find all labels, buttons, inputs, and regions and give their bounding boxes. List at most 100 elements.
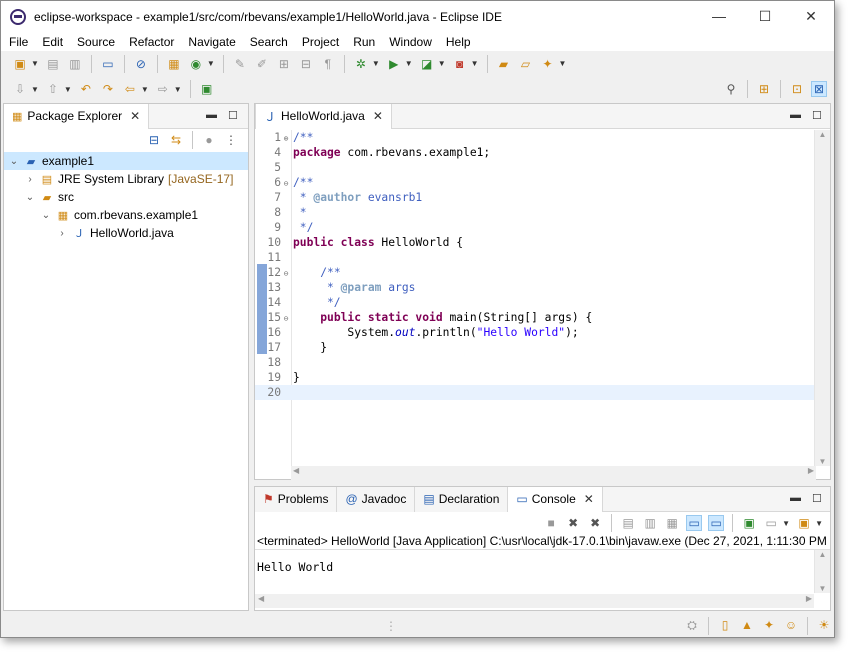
code-line[interactable]: 14 */	[255, 295, 830, 310]
menu-file[interactable]: File	[1, 35, 34, 49]
tree-item-src[interactable]: ⌄ ▰ src	[4, 188, 248, 206]
forward-icon[interactable]: ⇨	[155, 81, 171, 97]
pin-editor-icon[interactable]: ↷	[100, 81, 116, 97]
code-line[interactable]: 6 ⊖/**	[255, 175, 830, 190]
editor-horizontal-scrollbar[interactable]: ◀ ▶	[291, 466, 816, 480]
code-line[interactable]: 9 */	[255, 220, 830, 235]
code-line[interactable]: 18	[255, 355, 830, 370]
forward-dropdown-icon[interactable]: ▼	[174, 85, 182, 94]
last-edit-location-icon[interactable]: ↶	[78, 81, 94, 97]
close-button[interactable]: ✕	[788, 1, 834, 31]
java-perspective-icon[interactable]: ⊠	[811, 81, 827, 97]
display-console-dropdown-icon[interactable]: ▼	[782, 519, 790, 528]
progress-icon[interactable]: ⛭	[684, 617, 700, 633]
code-line[interactable]: 15 ⊖ public static void main(String[] arg…	[255, 310, 830, 325]
new-class-dropdown-icon[interactable]: ▼	[207, 59, 215, 68]
search-file-icon[interactable]: ✐	[254, 56, 270, 72]
menu-refactor[interactable]: Refactor	[121, 35, 180, 49]
close-icon[interactable]: ✕	[373, 109, 383, 123]
run-icon[interactable]: ▶	[386, 56, 402, 72]
annotation-prev-icon[interactable]: ⇧	[45, 81, 61, 97]
clear-console-icon[interactable]: ▤	[620, 515, 636, 531]
java-ee-perspective-icon[interactable]: ⊡	[789, 81, 805, 97]
scroll-up-icon[interactable]: ▲	[815, 550, 830, 559]
collapsed-chevron-icon[interactable]: ›	[56, 228, 68, 239]
console-output[interactable]: Hello World	[255, 557, 830, 577]
wand-icon[interactable]: ✦	[761, 617, 777, 633]
console-vertical-scrollbar[interactable]: ▲ ▼	[814, 550, 830, 593]
code-line[interactable]: 12 ⊖ /**	[255, 265, 830, 280]
maximize-button[interactable]: ☐	[742, 1, 788, 31]
save-all-icon[interactable]: ▥	[67, 56, 83, 72]
editor-vertical-scrollbar[interactable]: ▲ ▼	[814, 130, 830, 466]
open-type-icon[interactable]: ✎	[232, 56, 248, 72]
expanded-chevron-icon[interactable]: ⌄	[24, 192, 36, 203]
tab-problems[interactable]: ⚑ Problems	[255, 486, 338, 512]
open-folder-icon[interactable]: ▱	[518, 56, 534, 72]
tab-package-explorer[interactable]: ▦ Package Explorer ✕	[4, 103, 150, 129]
collapse-fold-icon[interactable]: ⊖	[281, 311, 291, 326]
back-dropdown-icon[interactable]: ▼	[141, 85, 149, 94]
show-on-stdout-icon[interactable]: ▭	[686, 515, 703, 531]
scroll-up-icon[interactable]: ▲	[815, 130, 830, 139]
run-dropdown-icon[interactable]: ▼	[405, 59, 413, 68]
code-editor[interactable]: 1 ⊕/** 4 package com.rbevans.example1; 5 6 ⊖/*…	[255, 130, 830, 468]
maximize-view-icon[interactable]: ☐	[812, 109, 822, 122]
scroll-left-icon[interactable]: ◀	[293, 466, 299, 475]
minimize-view-icon[interactable]: ▬	[790, 109, 801, 121]
new-java-package-icon[interactable]: ▦	[166, 56, 182, 72]
tutorial-icon[interactable]: ▲	[739, 617, 755, 633]
tree-item-project[interactable]: ⌄ ▰ example1	[4, 152, 248, 170]
coverage-dropdown-icon[interactable]: ▼	[438, 59, 446, 68]
code-line[interactable]: 1 ⊕/**	[255, 130, 830, 145]
link-with-editor-icon[interactable]: ⇆	[168, 132, 184, 148]
show-whitespace-icon[interactable]: ¶	[320, 56, 336, 72]
scroll-left-icon[interactable]: ◀	[258, 594, 264, 603]
menu-navigate[interactable]: Navigate	[180, 35, 241, 49]
annotation-next-dropdown-icon[interactable]: ▼	[31, 85, 39, 94]
scroll-down-icon[interactable]: ▼	[815, 457, 830, 466]
menu-edit[interactable]: Edit	[34, 35, 69, 49]
debug-icon[interactable]: ✲	[353, 56, 369, 72]
code-line[interactable]: 17 }	[255, 340, 830, 355]
collapse-fold-icon[interactable]: ⊖	[281, 266, 291, 281]
collapse-fold-icon[interactable]: ⊖	[281, 176, 291, 191]
tab-console[interactable]: ▭ Console ✕	[508, 486, 603, 512]
tab-javadoc[interactable]: @ Javadoc	[337, 486, 416, 512]
coverage-icon[interactable]: ◪	[419, 56, 435, 72]
open-console-dropdown-icon[interactable]: ▼	[815, 519, 823, 528]
expanded-chevron-icon[interactable]: ⌄	[8, 156, 20, 167]
task-icon[interactable]: ▣	[199, 81, 215, 97]
scroll-right-icon[interactable]: ▶	[806, 594, 812, 603]
open-project-icon[interactable]: ▰	[496, 56, 512, 72]
code-line[interactable]: 11	[255, 250, 830, 265]
wizard-icon[interactable]: ✦	[540, 56, 556, 72]
menu-source[interactable]: Source	[69, 35, 121, 49]
annotation-next-icon[interactable]: ⇩	[12, 81, 28, 97]
open-console-icon[interactable]: ▣	[796, 515, 812, 531]
search-icon[interactable]: ⚲	[723, 81, 739, 97]
tree-item-jre-library[interactable]: › ▤ JRE System Library [JavaSE-17]	[4, 170, 248, 188]
new-icon[interactable]: ▣	[12, 56, 28, 72]
code-line[interactable]: 5	[255, 160, 830, 175]
remove-launch-icon[interactable]: ✖	[565, 515, 581, 531]
code-line[interactable]: 16 System.out.println("Hello World");	[255, 325, 830, 340]
back-icon[interactable]: ⇦	[122, 81, 138, 97]
tree-item-java-file[interactable]: › Ｊ HelloWorld.java	[4, 224, 248, 242]
minimize-button[interactable]: —	[696, 1, 742, 31]
code-line[interactable]: 4 package com.rbevans.example1;	[255, 145, 830, 160]
book-icon[interactable]: ▯	[717, 617, 733, 633]
menu-project[interactable]: Project	[294, 35, 345, 49]
code-line[interactable]: 19}	[255, 370, 830, 385]
menu-search[interactable]: Search	[242, 35, 294, 49]
external-tools-dropdown-icon[interactable]: ▼	[471, 59, 479, 68]
scroll-right-icon[interactable]: ▶	[808, 466, 814, 475]
close-icon[interactable]: ✕	[130, 109, 140, 123]
terminate-icon[interactable]: ■	[543, 515, 559, 531]
skip-breakpoints-icon[interactable]: ⊘	[133, 56, 149, 72]
external-tools-icon[interactable]: ◙	[452, 56, 468, 72]
open-perspective-icon[interactable]: ⊞	[756, 81, 772, 97]
save-icon[interactable]: ▤	[45, 56, 61, 72]
pin-console-icon[interactable]: ▣	[741, 515, 757, 531]
smiley-icon[interactable]: ☺	[783, 617, 799, 633]
